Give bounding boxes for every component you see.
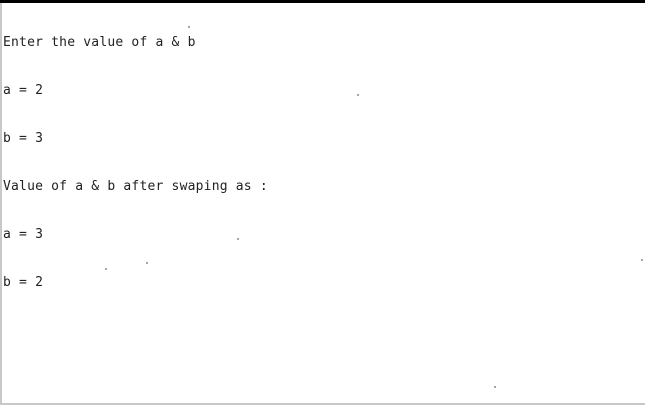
noise-dot [494, 386, 496, 388]
noise-dot [357, 94, 359, 96]
console-line-swap-header: Value of a & b after swaping as : [3, 179, 268, 194]
console-line-prompt: Enter the value of a & b [3, 35, 196, 50]
console-line-b-input: b = 3 [3, 131, 44, 146]
noise-dot [237, 238, 239, 240]
noise-dot [105, 268, 107, 270]
console-line-a-input: a = 2 [3, 83, 44, 98]
noise-dot [188, 26, 190, 28]
noise-dot [641, 259, 643, 261]
console-output: Enter the value of a & b a = 2 b = 3 Val… [3, 3, 268, 307]
console-line-a-swapped: a = 3 [3, 227, 44, 242]
console-line-b-swapped: b = 2 [3, 275, 44, 290]
noise-dot [92, 44, 94, 46]
noise-dot [146, 262, 148, 264]
